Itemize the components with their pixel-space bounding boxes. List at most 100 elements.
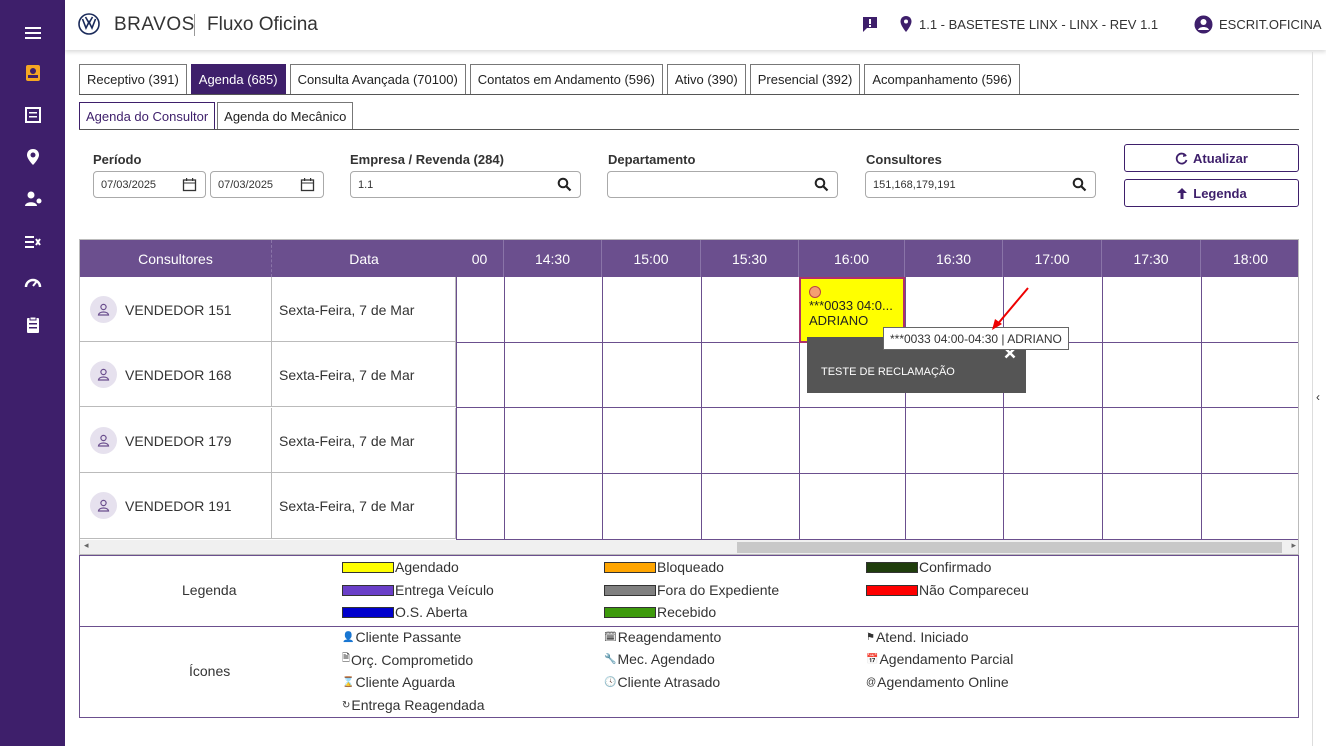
date-end-field[interactable]: 07/03/2025 [210,171,324,198]
search-icon[interactable] [557,177,572,192]
checklist-icon[interactable] [20,228,46,254]
legend-item: O.S. Aberta [342,604,467,620]
legenda-button[interactable]: Legenda [1124,179,1299,207]
icon-legend-item: 🔧 Mec. Agendado [604,651,715,667]
icon-legend-label: Agendamento Online [877,674,1009,690]
scroll-right-icon[interactable]: ▸ [1291,540,1296,551]
col-time: 16:30 [905,240,1003,277]
user-menu[interactable]: ESCRIT.OFICINA [1194,15,1322,34]
consultor-name: VENDEDOR 151 [125,301,232,318]
legend-swatch [342,561,394,573]
icon-legend-item: ⚑ Atend. Iniciado [866,629,969,645]
consultor-name: VENDEDOR 179 [125,432,232,449]
calendar-icon[interactable] [182,177,197,192]
tab-ativo[interactable]: Ativo (390) [666,64,746,94]
legend-label: Bloqueado [657,559,724,575]
brand-divider [194,14,195,36]
slot-divider [1102,277,1103,540]
location-pin-icon [900,16,912,32]
atualizar-button[interactable]: Atualizar [1124,144,1299,172]
icon-legend-label: Reagendamento [617,629,722,645]
legend-item: Entrega Veículo [342,582,494,598]
person-icon [90,361,117,388]
tab-agenda[interactable]: Agenda (685) [190,64,286,94]
tab-receptivo[interactable]: Receptivo (391) [79,64,187,94]
brand-name: BRAVOS [114,14,195,35]
contact-card-icon[interactable] [20,60,46,86]
dashboard-icon[interactable] [20,270,46,296]
chevron-left-icon[interactable]: ‹ [1316,390,1320,404]
legend-item: Recebido [604,604,716,620]
col-time: 15:00 [602,240,701,277]
list-icon[interactable] [20,102,46,128]
slot-divider [1201,277,1202,540]
location-icon[interactable] [20,144,46,170]
col-time: 15:30 [701,240,799,277]
legend-swatch [604,606,656,618]
tab-presencial[interactable]: Presencial (392) [749,64,861,94]
tab-consulta-avancada[interactable]: Consulta Avançada (70100) [289,64,466,94]
tab-acompanhamento[interactable]: Acompanhamento (596) [864,64,1020,94]
col-data: Data [349,250,379,267]
clipboard-icon[interactable] [20,312,46,338]
legend-item: Não Compareceu [866,582,1029,598]
consultores-value: 151,168,179,191 [873,178,956,191]
menu-icon[interactable] [20,20,46,46]
consultor-cell: VENDEDOR 168 [80,342,272,407]
popup-text: TESTE DE RECLAMAÇÃO [821,366,955,378]
icon-legend-label: Entrega Reagendada [351,697,485,713]
horizontal-scrollbar[interactable]: ◂ ▸ [80,540,1298,554]
date-start-field[interactable]: 07/03/2025 [93,171,206,198]
col-time: 16:00 [799,240,905,277]
consultores-field[interactable]: 151,168,179,191 [865,171,1096,198]
tab-contatos-andamento[interactable]: Contatos em Andamento (596) [469,64,663,94]
legend-item: Agendado [342,559,459,575]
icon-legend-label: Cliente Atrasado [617,674,721,690]
tab-agenda-mecanico[interactable]: Agenda do Mecânico [217,102,354,129]
refresh-icon [1175,152,1188,164]
legend-label: Fora do Expediente [657,582,780,598]
table-row: VENDEDOR 191 Sexta-Feira, 7 de Mar [80,473,456,539]
messages-button[interactable] [861,15,879,33]
icon-legend-label: Atend. Iniciado [875,629,969,645]
slot-divider [456,277,457,540]
legend-title: Legenda [182,582,237,598]
search-icon[interactable] [814,177,829,192]
user-account-icon [1194,15,1213,34]
legend-label: O.S. Aberta [395,604,468,620]
tab-agenda-consultor[interactable]: Agenda do Consultor [79,102,216,129]
legend-label: Não Compareceu [919,582,1029,598]
location-selector[interactable]: 1.1 - BASETESTE LINX - LINX - REV 1.1 [899,15,1158,33]
calendar-icon[interactable] [300,177,315,192]
consultor-name: VENDEDOR 168 [125,366,232,383]
sidebar [0,0,65,746]
search-icon[interactable] [1072,177,1087,192]
row-divider [456,473,1298,474]
departamento-field[interactable] [607,171,838,198]
top-bar: BRAVOS Fluxo Oficina 1.1 - BASETESTE LIN… [65,0,1326,50]
user-settings-icon[interactable] [20,186,46,212]
app-title: Fluxo Oficina [207,14,318,35]
person-icon [90,296,117,323]
event-title: ***0033 04:0... [809,298,893,313]
icon-legend-item: 👤 Cliente Passante [342,629,461,645]
scrollbar-thumb[interactable] [737,542,1282,553]
user-name: ESCRIT.OFICINA [1219,17,1322,32]
feedback-icon [863,17,877,32]
slot-divider [504,277,505,540]
icons-legend-title: Ícones [189,663,231,679]
side-panel-handle[interactable]: ‹ [1312,52,1326,746]
clock-icon: 🕓 [604,676,617,688]
event-tooltip: ***0033 04:00-04:30 | ADRIANO [883,327,1069,350]
col-time: 00 [456,240,504,277]
person-icon [90,492,117,519]
date-cell: Sexta-Feira, 7 de Mar [272,408,456,473]
icon-legend-item: 🗎 Orç. Comprometido [342,651,473,668]
legend-divider [79,626,1299,627]
empresa-label: Empresa / Revenda (284) [350,152,504,167]
legend-swatch [342,584,394,596]
date-cell: Sexta-Feira, 7 de Mar [272,473,456,538]
grid-header: Consultores Data 00 14:30 15:00 15:30 16… [80,240,1298,277]
scroll-left-icon[interactable]: ◂ [84,540,89,551]
empresa-field[interactable]: 1.1 [350,171,581,198]
